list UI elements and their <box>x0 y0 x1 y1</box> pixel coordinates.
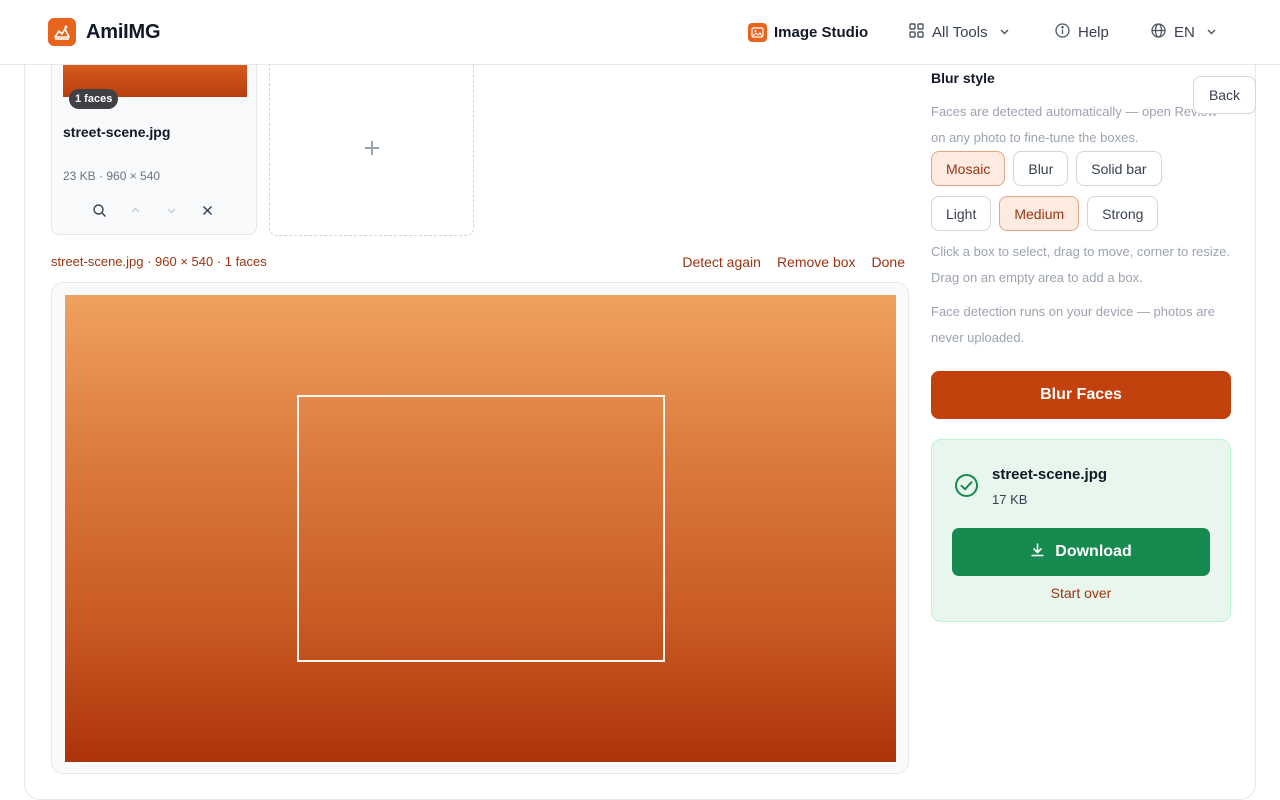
faces-count-badge: 1 faces <box>69 89 119 109</box>
chevron-down-icon <box>999 24 1010 41</box>
editor-file-info: street-scene.jpg · 960 × 540 · 1 faces <box>51 254 267 269</box>
result-file-size: 17 KB <box>992 492 1028 507</box>
edit-hint: Click a box to select, drag to move, cor… <box>931 244 1231 285</box>
nav-image-studio-label: Image Studio <box>774 24 869 41</box>
add-photo-button[interactable] <box>269 65 474 236</box>
brand-logo-icon <box>48 18 76 46</box>
blur-style-title: Blur style <box>931 70 995 86</box>
image-icon <box>748 23 767 42</box>
check-circle-icon <box>954 473 979 503</box>
language-selector[interactable]: EN <box>1150 0 1217 65</box>
blur-faces-button[interactable]: Blur Faces <box>931 371 1231 419</box>
back-button[interactable]: Back <box>1193 76 1256 114</box>
close-icon[interactable] <box>196 199 218 221</box>
grid-icon <box>908 22 925 43</box>
photo-file-name: street-scene.jpg <box>63 124 171 140</box>
language-label: EN <box>1174 24 1195 41</box>
brand[interactable]: AmiIMG <box>48 18 161 46</box>
style-option-mosaic[interactable]: Mosaic <box>931 151 1006 186</box>
blur-style-options: Mosaic Blur Solid bar <box>931 151 1162 186</box>
detect-again-button[interactable]: Detect again <box>682 254 761 270</box>
done-button[interactable]: Done <box>872 254 905 270</box>
download-label: Download <box>1055 543 1132 560</box>
editor-actions: Detect again Remove box Done <box>682 254 905 270</box>
nav-help[interactable]: Help <box>1054 0 1109 65</box>
plus-icon <box>364 140 380 161</box>
info-icon <box>1054 22 1071 43</box>
globe-icon <box>1150 22 1167 43</box>
chevron-down-icon[interactable] <box>160 199 182 221</box>
download-icon <box>1030 542 1045 562</box>
strength-option-light[interactable]: Light <box>931 196 992 231</box>
privacy-hint: Face detection runs on your device — pho… <box>931 304 1215 345</box>
style-option-blur[interactable]: Blur <box>1013 151 1069 186</box>
top-header: AmiIMG Image Studio All Tools Help EN <box>0 0 1280 65</box>
start-over-link[interactable]: Start over <box>932 585 1230 601</box>
chevron-down-icon <box>1206 24 1217 41</box>
remove-box-button[interactable]: Remove box <box>777 254 856 270</box>
nav-all-tools-label: All Tools <box>932 24 988 41</box>
nav-help-label: Help <box>1078 24 1109 41</box>
strength-option-strong[interactable]: Strong <box>1087 196 1159 231</box>
nav-image-studio[interactable]: Image Studio <box>748 0 868 65</box>
detection-hint: Faces are detected automatically — open … <box>931 104 1218 145</box>
result-card: street-scene.jpg 17 KB Download Start ov… <box>931 439 1231 622</box>
thumbnail-actions <box>88 199 218 221</box>
face-editor <box>51 282 909 774</box>
download-button[interactable]: Download <box>952 528 1210 576</box>
photo-file-meta: 23 KB · 960 × 540 <box>63 169 161 183</box>
brand-name: AmiIMG <box>86 20 161 43</box>
face-box[interactable] <box>297 395 665 662</box>
chevron-up-icon[interactable] <box>124 199 146 221</box>
search-icon[interactable] <box>88 199 110 221</box>
style-option-solid-bar[interactable]: Solid bar <box>1076 151 1162 186</box>
nav-all-tools[interactable]: All Tools <box>908 0 1010 65</box>
photo-canvas[interactable] <box>65 295 896 762</box>
result-file-name: street-scene.jpg <box>992 466 1108 483</box>
strength-option-medium[interactable]: Medium <box>999 196 1080 231</box>
strength-options: Light Medium Strong <box>931 196 1159 231</box>
photo-thumbnail-card[interactable]: 1 faces street-scene.jpg 23 KB · 960 × 5… <box>51 65 257 235</box>
